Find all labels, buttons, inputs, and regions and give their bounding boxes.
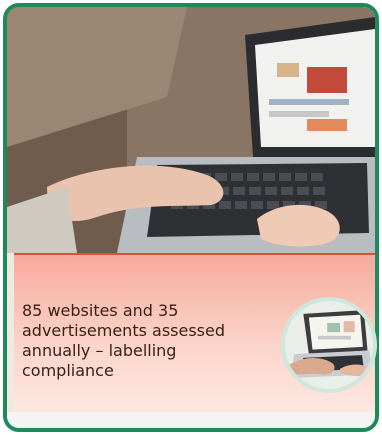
caption-text: 85 websites and 35 advertisements assess… (22, 301, 226, 380)
laptop-shopping-photo (7, 7, 375, 253)
laptop-hands-photo (281, 297, 377, 393)
bottom-strip (7, 412, 375, 428)
